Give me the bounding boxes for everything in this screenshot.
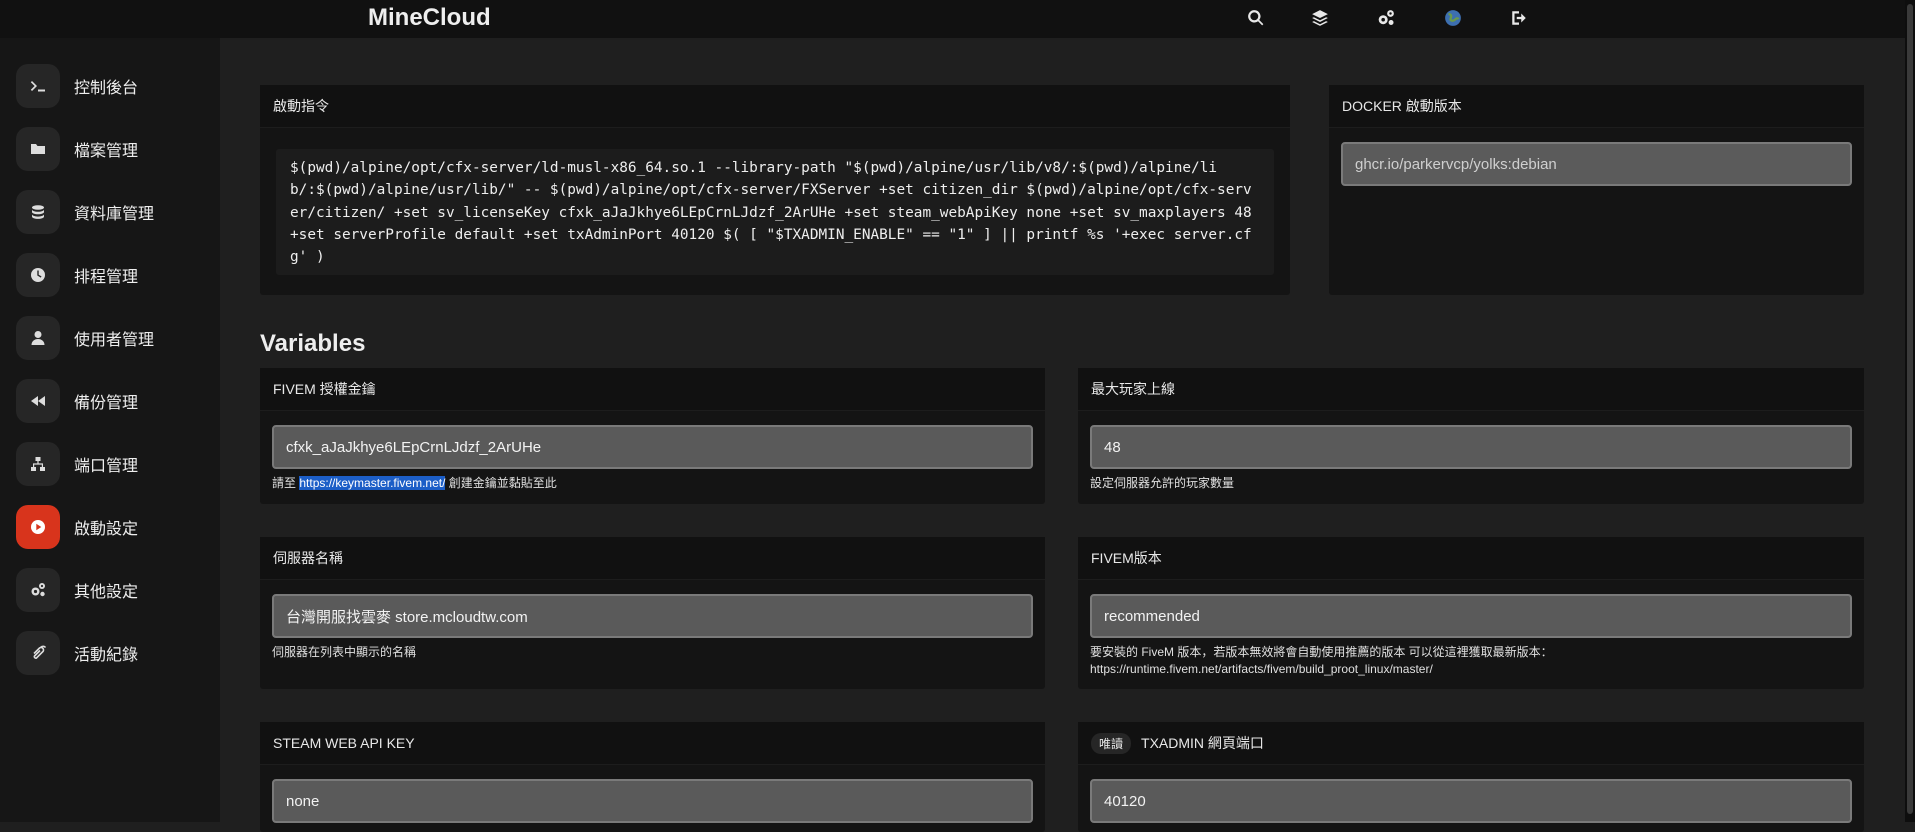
- server-name-input[interactable]: 台灣開服找雲麥 store.mcloudtw.com: [272, 594, 1033, 638]
- max-players-input[interactable]: 48: [1090, 425, 1852, 469]
- license-key-input[interactable]: cfxk_aJaJkhye6LEpCrnLJdzf_2ArUHe: [272, 425, 1033, 469]
- txadmin-port-input[interactable]: 40120: [1090, 779, 1852, 823]
- docker-image-select[interactable]: ghcr.io/parkervcp/yolks:debian: [1341, 142, 1852, 186]
- variable-card-txadmin-port: 唯讀 TXADMIN 網頁端口 40120: [1078, 722, 1864, 832]
- sidebar-item-network[interactable]: 端口管理: [16, 442, 206, 486]
- steam-key-input[interactable]: none: [272, 779, 1033, 823]
- sidebar-item-users[interactable]: 使用者管理: [16, 316, 206, 360]
- folder-icon: [16, 127, 60, 171]
- read-only-badge: 唯讀: [1091, 732, 1132, 754]
- sidebar-item-console[interactable]: 控制後台: [16, 64, 206, 108]
- sidebar-item-settings[interactable]: 其他設定: [16, 568, 206, 612]
- startup-command-text: $(pwd)/alpine/opt/cfx-server/ld-musl-x86…: [276, 149, 1274, 275]
- top-navbar: MineCloud: [0, 0, 1905, 38]
- page-scrollbar[interactable]: [1905, 0, 1915, 822]
- globe-icon[interactable]: [1441, 6, 1465, 30]
- scrollbar-thumb[interactable]: [1907, 4, 1913, 814]
- docker-image-title: DOCKER 啟動版本: [1329, 85, 1864, 128]
- variable-help: 要安裝的 FiveM 版本，若版本無效將會自動使用推薦的版本 可以從這裡獲取最新…: [1090, 644, 1852, 678]
- variable-help: 伺服器在列表中顯示的名稱: [272, 645, 417, 659]
- variable-card-steam-key: STEAM WEB API KEY none: [260, 722, 1045, 832]
- sidebar-item-label: 檔案管理: [74, 143, 139, 160]
- sidebar: 控制後台 檔案管理 資料庫管理 排程管理 使用者管理 備份管理 端口管理 啟動設…: [0, 38, 220, 822]
- startup-command-panel: 啟動指令 $(pwd)/alpine/opt/cfx-server/ld-mus…: [260, 85, 1290, 295]
- variable-title: 最大玩家上線: [1078, 368, 1864, 411]
- startup-command-title: 啟動指令: [260, 85, 1290, 128]
- layers-icon[interactable]: [1308, 6, 1332, 30]
- variable-help: 設定伺服器允許的玩家數量: [1090, 476, 1235, 490]
- network-icon: [16, 442, 60, 486]
- fivem-version-input[interactable]: recommended: [1090, 594, 1852, 638]
- brand-logo[interactable]: MineCloud: [368, 4, 491, 32]
- backward-icon: [16, 379, 60, 423]
- clock-icon: [16, 253, 60, 297]
- sidebar-item-label: 資料庫管理: [74, 206, 155, 223]
- variable-title: STEAM WEB API KEY: [260, 722, 1045, 765]
- keymaster-link[interactable]: https://keymaster.fivem.net/: [299, 476, 446, 490]
- sidebar-item-files[interactable]: 檔案管理: [16, 127, 206, 171]
- artifacts-url: https://runtime.fivem.net/artifacts/five…: [1090, 662, 1433, 676]
- variables-heading: Variables: [260, 330, 366, 357]
- variable-card-fivem-version: FIVEM版本 recommended 要安裝的 FiveM 版本，若版本無效將…: [1078, 537, 1864, 689]
- sidebar-item-label: 啟動設定: [74, 521, 139, 538]
- variable-card-max-players: 最大玩家上線 48 設定伺服器允許的玩家數量: [1078, 368, 1864, 504]
- docker-image-panel: DOCKER 啟動版本 ghcr.io/parkervcp/yolks:debi…: [1329, 85, 1864, 295]
- cogs-icon: [16, 568, 60, 612]
- variable-card-license: FIVEM 授權金鑰 cfxk_aJaJkhye6LEpCrnLJdzf_2Ar…: [260, 368, 1045, 504]
- play-circle-icon: [16, 505, 60, 549]
- search-icon[interactable]: [1244, 6, 1268, 30]
- user-icon: [16, 316, 60, 360]
- sidebar-item-startup[interactable]: 啟動設定: [16, 505, 206, 549]
- sidebar-item-label: 備份管理: [74, 395, 139, 412]
- sign-out-icon[interactable]: [1507, 6, 1531, 30]
- variable-title: TXADMIN 網頁端口: [1141, 735, 1264, 751]
- paperclip-icon: [16, 631, 60, 675]
- variable-title: FIVEM 授權金鑰: [260, 368, 1045, 411]
- variable-card-server-name: 伺服器名稱 台灣開服找雲麥 store.mcloudtw.com 伺服器在列表中…: [260, 537, 1045, 689]
- variable-header: 唯讀 TXADMIN 網頁端口: [1078, 722, 1864, 765]
- sidebar-item-label: 使用者管理: [74, 332, 155, 349]
- terminal-icon: [16, 64, 60, 108]
- sidebar-item-label: 控制後台: [74, 80, 139, 97]
- variable-help: 請至 https://keymaster.fivem.net/ 創建金鑰並黏貼至…: [272, 475, 1033, 492]
- sidebar-item-schedules[interactable]: 排程管理: [16, 253, 206, 297]
- sidebar-item-label: 活動紀錄: [74, 647, 139, 664]
- cogs-icon[interactable]: [1374, 6, 1398, 30]
- sidebar-item-label: 排程管理: [74, 269, 139, 286]
- variable-title: FIVEM版本: [1078, 537, 1864, 580]
- help-text: 創建金鑰並黏貼至此: [448, 476, 557, 490]
- sidebar-item-backups[interactable]: 備份管理: [16, 379, 206, 423]
- help-text: 要安裝的 FiveM 版本，若版本無效將會自動使用推薦的版本 可以從這裡獲取最新…: [1090, 645, 1553, 659]
- database-icon: [16, 190, 60, 234]
- sidebar-item-databases[interactable]: 資料庫管理: [16, 190, 206, 234]
- sidebar-item-label: 其他設定: [74, 584, 139, 601]
- sidebar-item-label: 端口管理: [74, 458, 139, 475]
- variable-title: 伺服器名稱: [260, 537, 1045, 580]
- help-text: 請至: [272, 476, 297, 490]
- sidebar-item-activity[interactable]: 活動紀錄: [16, 631, 206, 675]
